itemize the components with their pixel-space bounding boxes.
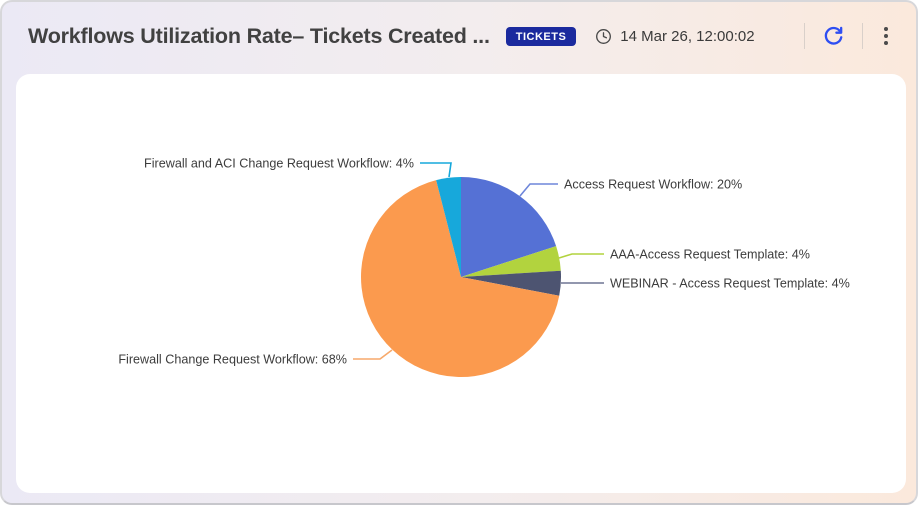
refresh-button[interactable]: [820, 23, 847, 50]
refresh-icon: [822, 25, 845, 48]
tickets-badge: TICKETS: [506, 27, 577, 46]
workflows-utilization-widget: Workflows Utilization Rate– Tickets Crea…: [0, 0, 918, 505]
widget-title: Workflows Utilization Rate– Tickets Crea…: [28, 24, 490, 49]
kebab-icon: [884, 41, 888, 45]
widget-header: Workflows Utilization Rate– Tickets Crea…: [2, 2, 916, 70]
timestamp-group: 14 Mar 26, 12:00:02: [594, 27, 754, 46]
kebab-icon: [884, 27, 888, 31]
divider: [862, 23, 863, 49]
kebab-icon: [884, 34, 888, 38]
more-options-button[interactable]: [878, 23, 894, 49]
clock-icon: [594, 27, 613, 46]
divider: [804, 23, 805, 49]
timestamp-text: 14 Mar 26, 12:00:02: [620, 28, 754, 45]
